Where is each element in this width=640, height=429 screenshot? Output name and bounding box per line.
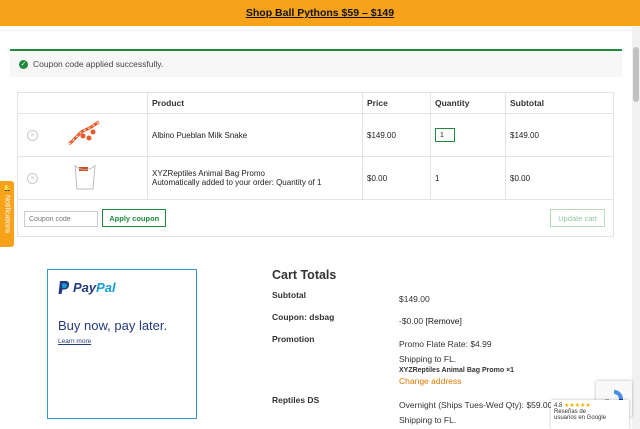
quantity-col-header: Quantity xyxy=(430,92,506,114)
paypal-learn-more-link[interactable]: Learn more xyxy=(58,338,91,345)
product-name[interactable]: Albino Pueblan Milk Snake xyxy=(147,113,363,157)
cart-table: Product Price Quantity Subtotal × Albino… xyxy=(17,92,614,237)
google-reviews-line2: usuarios en Google xyxy=(554,415,607,421)
product-thumbnail[interactable] xyxy=(59,156,148,200)
coupon-code-input[interactable] xyxy=(24,211,98,227)
shop-ball-pythons-link[interactable]: Shop Ball Pythons $59 – $149 xyxy=(246,7,394,19)
scrollbar-thumb[interactable] xyxy=(633,47,639,102)
page-scrollbar[interactable] xyxy=(632,27,640,429)
product-note: Automatically added to your order: Quant… xyxy=(152,178,322,187)
paypal-wordmark: PayPal xyxy=(73,280,116,295)
product-name-cell: XYZReptiles Animal Bag Promo Automatical… xyxy=(147,156,363,200)
bell-icon: 🔔 xyxy=(3,185,12,192)
quantity-input[interactable] xyxy=(435,128,455,142)
animal-bag-image xyxy=(74,164,96,190)
promotion-label: Promotion xyxy=(272,334,315,344)
cart-totals-title: Cart Totals xyxy=(272,268,337,282)
promotion-item: XYZReptiles Animal Bag Promo ×1 xyxy=(399,367,515,374)
subtotal-label: Subtotal xyxy=(272,290,306,300)
coupon-remove-link[interactable]: [Remove] xyxy=(425,316,461,326)
paypal-word-pal: Pal xyxy=(96,280,116,295)
update-cart-button[interactable]: Update cart xyxy=(550,209,605,227)
thumb-col-header xyxy=(59,92,148,114)
notifications-label: Notifications xyxy=(3,195,11,234)
paypal-tagline: Buy now, pay later. xyxy=(58,318,168,333)
notice-message: Coupon code applied successfully. xyxy=(33,59,164,69)
subtotal-value: $149.00 xyxy=(399,294,430,304)
check-icon: ✓ xyxy=(19,59,28,69)
notifications-tab[interactable]: 🔔 Notifications xyxy=(0,181,14,247)
reptiles-shipping-to: Shipping to FL. xyxy=(399,415,457,425)
change-address-link[interactable]: Change address xyxy=(399,376,461,386)
remove-item-icon[interactable]: × xyxy=(27,172,38,184)
coupon-label: Coupon: dsbag xyxy=(272,312,335,322)
paypal-banner[interactable]: PayPal Buy now, pay later. Learn more xyxy=(47,269,197,419)
remove-col-header xyxy=(17,92,59,114)
subtotal-col-header: Subtotal xyxy=(505,92,614,114)
success-notice: ✓ Coupon code applied successfully. xyxy=(10,49,622,77)
promotion-rate[interactable]: Promo Flate Rate: $4.99 xyxy=(399,339,492,349)
paypal-logo: PayPal xyxy=(58,280,116,295)
product-thumbnail[interactable] xyxy=(59,113,148,157)
product-col-header: Product xyxy=(147,92,363,114)
product-quantity: 1 xyxy=(430,156,506,200)
product-price: $0.00 xyxy=(362,156,431,200)
reptiles-shipping-rate[interactable]: Overnight (Ships Tues-Wed Qty): $59.00 xyxy=(399,400,552,410)
paypal-p-icon xyxy=(58,281,70,294)
cart-header-row: Product Price Quantity Subtotal xyxy=(17,92,614,114)
product-subtotal: $0.00 xyxy=(505,156,614,200)
cart-actions-row: Apply coupon Update cart xyxy=(17,199,614,237)
table-row: × Albino Pueblan Milk Snake $149.00 $149… xyxy=(17,113,614,157)
promo-top-bar: Shop Ball Pythons $59 – $149 xyxy=(0,0,640,26)
product-price: $149.00 xyxy=(362,113,431,157)
google-reviews-badge[interactable]: 4.8 ★★★★★ Reseñas de usuarios en Google xyxy=(551,400,629,429)
coupon-value: -$0.00 xyxy=(399,316,424,326)
product-name[interactable]: XYZReptiles Animal Bag Promo xyxy=(152,169,358,178)
paypal-word-pay: Pay xyxy=(73,280,97,295)
table-row: × XYZReptiles Animal Bag Promo Automatic… xyxy=(17,156,614,200)
apply-coupon-button[interactable]: Apply coupon xyxy=(102,209,167,227)
remove-item-icon[interactable]: × xyxy=(27,129,38,141)
milk-snake-image xyxy=(68,120,100,146)
price-col-header: Price xyxy=(362,92,431,114)
promotion-shipping-to: Shipping to FL. xyxy=(399,354,457,364)
coupon-value-row: -$0.00 [Remove] xyxy=(399,316,462,326)
google-rating-row: 4.8 ★★★★★ xyxy=(554,402,626,409)
reptiles-ds-label: Reptiles DS xyxy=(272,395,320,405)
product-subtotal: $149.00 xyxy=(505,113,614,157)
